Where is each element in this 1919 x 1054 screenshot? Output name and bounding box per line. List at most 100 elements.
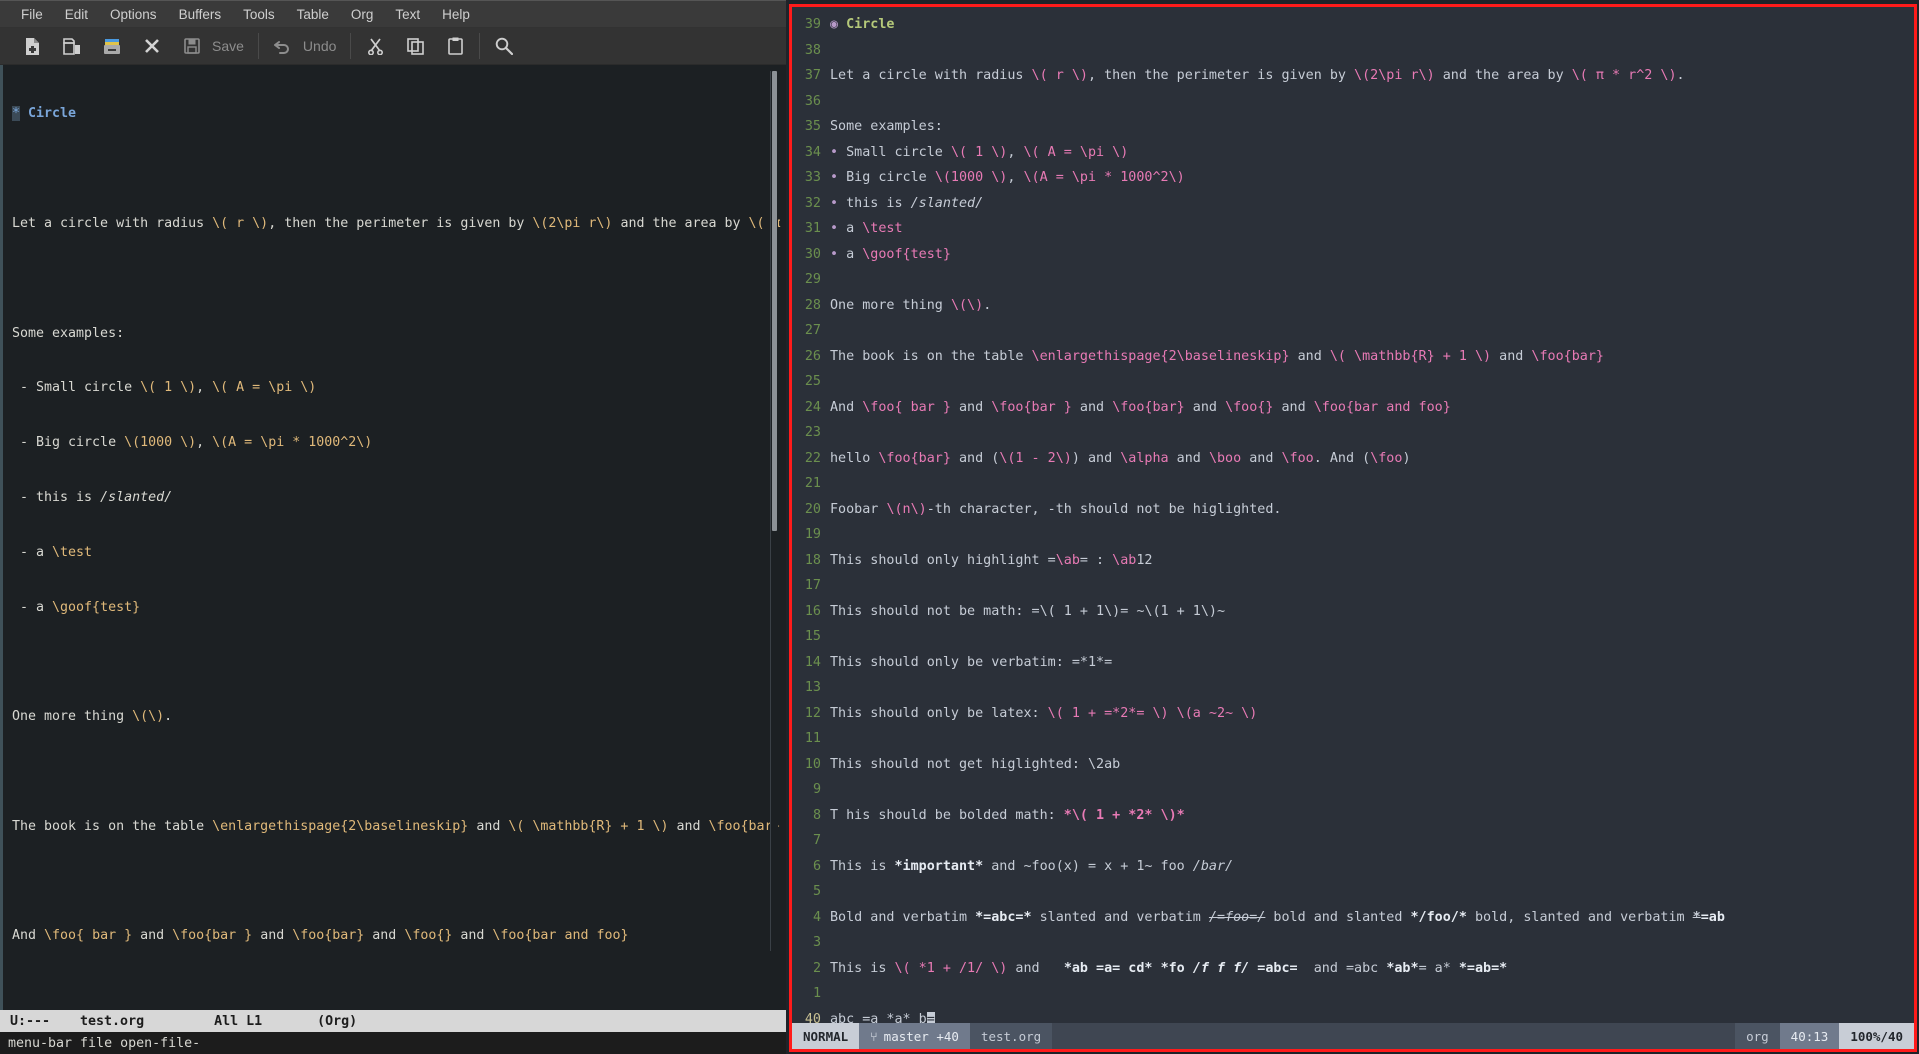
save-button[interactable]: Save xyxy=(172,30,254,62)
emacs-buffer[interactable]: * Circle Let a circle with radius \( r \… xyxy=(0,65,786,1010)
line-number: 20 xyxy=(804,501,821,517)
neovim-line[interactable]: 40 abc =a *a* b= xyxy=(792,1007,1914,1023)
menu-item-buffers[interactable]: Buffers xyxy=(168,5,233,24)
line-number: 11 xyxy=(804,731,821,747)
emacs-mode-line: U:--- test.org All L1 (Org) xyxy=(0,1010,786,1032)
neovim-buffer[interactable]: 39 ◉ Circle 38 37 Let a circle with radius… xyxy=(792,7,1914,1023)
statusline-mode: NORMAL xyxy=(792,1023,860,1049)
line-number: 22 xyxy=(804,450,821,466)
line-number: 10 xyxy=(804,756,821,772)
menu-item-file[interactable]: File xyxy=(10,5,54,24)
desktop-root: File Edit Options Buffers Tools Table Or… xyxy=(0,0,1919,1054)
toolbar-separator-2 xyxy=(350,33,352,59)
neovim-line: 8T his should be bolded math: *\( 1 + *2… xyxy=(792,803,1914,829)
line-number: 28 xyxy=(804,297,821,313)
neovim-line: 34 • Small circle \( 1 \), \( A = \pi \) xyxy=(792,140,1914,166)
line-number: 4 xyxy=(812,909,821,925)
line-number: 9 xyxy=(812,782,821,798)
line-number: 37 xyxy=(804,68,821,84)
line-number: 21 xyxy=(804,476,821,492)
paste-icon[interactable] xyxy=(435,30,475,62)
emacs-fringe xyxy=(0,65,8,1010)
line-number: 30 xyxy=(804,246,821,262)
emacs-line xyxy=(12,265,786,292)
cut-icon[interactable] xyxy=(355,30,395,62)
new-file-icon[interactable] xyxy=(12,30,52,62)
neovim-line: 28 One more thing \(\). xyxy=(792,293,1914,319)
line-number: 18 xyxy=(804,552,821,568)
neovim-line: 36 xyxy=(792,89,1914,115)
neovim-line: 20 Foobar \(n\)-th character, -th should … xyxy=(792,497,1914,523)
line-number: 17 xyxy=(804,578,821,594)
dired-icon[interactable] xyxy=(92,30,132,62)
emacs-scrollbar-thumb[interactable] xyxy=(772,71,777,531)
line-number: 31 xyxy=(804,221,821,237)
copy-icon[interactable] xyxy=(395,30,435,62)
menu-item-table[interactable]: Table xyxy=(286,5,340,24)
list-bullet-icon: • xyxy=(830,246,839,262)
line-number: 7 xyxy=(812,833,821,849)
emacs-line: - Small circle \( 1 \), \( A = \pi \) xyxy=(12,380,317,396)
menu-item-tools[interactable]: Tools xyxy=(232,5,286,24)
neovim-line: 25 xyxy=(792,369,1914,395)
neovim-line: 38 xyxy=(792,38,1914,64)
neovim-line: 4 Bold and verbatim *=abc=* slanted and v… xyxy=(792,905,1914,931)
line-number: 12 xyxy=(804,705,821,721)
neovim-line: 24 And \foo{ bar } and \foo{bar } and \fo… xyxy=(792,395,1914,421)
menu-item-org[interactable]: Org xyxy=(340,5,385,24)
save-icon xyxy=(172,30,212,62)
line-number: 34 xyxy=(804,144,821,160)
statusline-filename: test.org xyxy=(969,1023,1053,1049)
statusline-spacer xyxy=(1052,1023,1736,1049)
menu-item-help[interactable]: Help xyxy=(431,5,481,24)
neovim-line: 10 This should not get higlighted: \2ab xyxy=(792,752,1914,778)
neovim-line: 18 This should only highlight =\ab= : \ab… xyxy=(792,548,1914,574)
emacs-line: - Big circle \(1000 \), \(A = \pi * 1000… xyxy=(12,435,373,451)
line-number: 23 xyxy=(804,425,821,441)
org-heading-title: Circle xyxy=(20,106,77,122)
line-number: 13 xyxy=(804,680,821,696)
emacs-line xyxy=(12,648,786,675)
emacs-buffer-text[interactable]: * Circle Let a circle with radius \( r \… xyxy=(8,65,786,1010)
emacs-line xyxy=(12,977,786,1004)
line-number: 36 xyxy=(804,93,821,109)
neovim-statusline: NORMAL ⑂ master +40 test.org org 40:13 1… xyxy=(792,1023,1914,1049)
org-heading-star: * xyxy=(12,106,21,122)
close-icon[interactable] xyxy=(132,30,172,62)
list-bullet-icon: • xyxy=(830,170,839,186)
line-number: 14 xyxy=(804,654,821,670)
emacs-window: File Edit Options Buffers Tools Table Or… xyxy=(0,0,786,1054)
emacs-echo-area: menu-bar file open-file- xyxy=(0,1032,786,1054)
search-icon[interactable] xyxy=(484,30,524,62)
neovim-line: 29 xyxy=(792,267,1914,293)
emacs-line: Let a circle with radius \( r \), then t… xyxy=(12,216,781,231)
line-number: 2 xyxy=(812,960,821,976)
text-cursor: = xyxy=(926,1011,935,1023)
emacs-line xyxy=(12,155,786,182)
line-number: 26 xyxy=(804,348,821,364)
open-file-icon[interactable] xyxy=(52,30,92,62)
statusline-branch-label: master +40 xyxy=(883,1028,959,1044)
neovim-line: 31 • a \test xyxy=(792,216,1914,242)
line-number: 3 xyxy=(812,935,821,951)
line-number: 27 xyxy=(804,323,821,339)
undo-button[interactable]: Undo xyxy=(263,30,346,62)
neovim-line: 1 xyxy=(792,981,1914,1007)
emacs-tool-bar: Save Undo xyxy=(0,28,786,65)
menu-item-options[interactable]: Options xyxy=(99,5,168,24)
menu-item-text[interactable]: Text xyxy=(384,5,431,24)
emacs-scrollbar[interactable] xyxy=(770,71,778,951)
emacs-line: - this is /slanted/ xyxy=(12,489,173,505)
emacs-menu-bar: File Edit Options Buffers Tools Table Or… xyxy=(0,1,786,28)
neovim-line: 32 • this is /slanted/ xyxy=(792,191,1914,217)
menu-item-edit[interactable]: Edit xyxy=(54,5,99,24)
neovim-line: 16 This should not be math: =\( 1 + 1\)= … xyxy=(792,599,1914,625)
git-branch-icon: ⑂ xyxy=(870,1028,878,1044)
line-number: 8 xyxy=(812,807,821,823)
neovim-line: 23 xyxy=(792,420,1914,446)
modeline-position: All L1 xyxy=(214,1013,263,1029)
line-number-current: 40 xyxy=(804,1011,821,1023)
neovim-line: 6 This is *important* and ~foo(x) = x + 1… xyxy=(792,854,1914,880)
emacs-line xyxy=(12,868,786,895)
toolbar-separator-1 xyxy=(257,33,259,59)
